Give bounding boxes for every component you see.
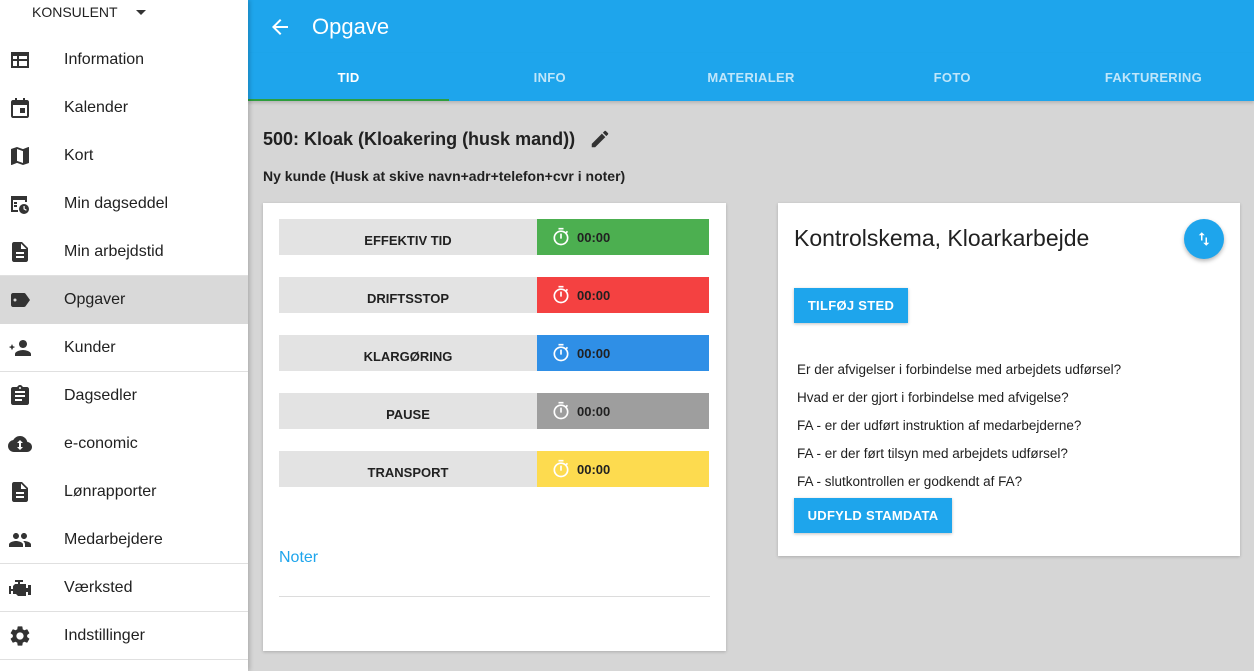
swap-vertical-icon bbox=[1198, 232, 1210, 246]
cloud-sync-icon bbox=[8, 436, 32, 452]
timer-row-driftsstop[interactable]: DRIFTSSTOP 00:00 bbox=[279, 277, 709, 313]
nav-label: Dagsedler bbox=[64, 387, 137, 404]
person-add-icon bbox=[8, 340, 32, 356]
control-form-card: Kontrolskema, Kloarkarbejde TILFØJ STED … bbox=[778, 203, 1240, 556]
stopwatch-icon bbox=[553, 401, 569, 420]
user-name: KONSULENT bbox=[32, 4, 118, 20]
app-bar: Opgave bbox=[248, 0, 1254, 53]
time-card: EFFEKTIV TID 00:00 DRIFTSSTOP 00:00 KLAR… bbox=[263, 203, 726, 651]
nav-label: Værksted bbox=[64, 578, 133, 596]
timer-row-pause[interactable]: PAUSE 00:00 bbox=[279, 393, 709, 429]
page-title: Opgave bbox=[312, 13, 390, 39]
edit-pencil-icon[interactable] bbox=[589, 128, 611, 150]
nav-item-indstillinger[interactable]: Indstillinger bbox=[0, 612, 248, 660]
timer-value[interactable]: 00:00 bbox=[537, 219, 709, 255]
nav-label: Min dagseddel bbox=[64, 195, 169, 212]
table-icon bbox=[11, 52, 29, 68]
nav-label: Medarbejdere bbox=[64, 530, 163, 548]
navigation-drawer: KONSULENT Information Kalender Kort Min … bbox=[0, 0, 248, 671]
question-item: FA - er der udført instruktion af medarb… bbox=[797, 418, 1082, 433]
nav-item-vaerksted[interactable]: Værksted bbox=[0, 564, 248, 612]
stopwatch-icon bbox=[553, 285, 569, 304]
nav-label: Min arbejdstid bbox=[64, 242, 164, 260]
nav-item-kalender[interactable]: Kalender bbox=[0, 84, 248, 132]
nav-item-opgaver[interactable]: Opgaver bbox=[0, 276, 248, 324]
tab-foto[interactable]: FOTO bbox=[852, 53, 1053, 101]
timer-row-klargoring[interactable]: KLARGØRING 00:00 bbox=[279, 335, 709, 371]
timer-time: 00:00 bbox=[577, 345, 611, 361]
nav-item-lonrapporter[interactable]: Lønrapporter bbox=[0, 468, 248, 516]
nav-item-min-arbejdstid[interactable]: Min arbejdstid bbox=[0, 228, 248, 276]
user-menu[interactable]: KONSULENT bbox=[0, 0, 248, 36]
task-title: 500: Kloak (Kloakering (husk mand)) bbox=[263, 128, 611, 150]
timer-value[interactable]: 00:00 bbox=[537, 451, 709, 487]
task-title-text: 500: Kloak (Kloakering (husk mand)) bbox=[263, 128, 576, 149]
timer-row-effektiv-tid[interactable]: EFFEKTIV TID 00:00 bbox=[279, 219, 709, 255]
timer-value[interactable]: 00:00 bbox=[537, 393, 709, 429]
schedule-icon bbox=[11, 196, 29, 214]
timer-row-transport[interactable]: TRANSPORT 00:00 bbox=[279, 451, 709, 487]
question-item: Hvad er der gjort i forbindelse med afvi… bbox=[797, 390, 1069, 405]
stopwatch-icon bbox=[553, 343, 569, 362]
notes-field-underline bbox=[279, 596, 710, 597]
add-location-button[interactable]: TILFØJ STED bbox=[794, 288, 908, 323]
people-icon bbox=[9, 533, 31, 547]
timer-label: EFFEKTIV TID bbox=[279, 219, 537, 255]
nav-label: Kort bbox=[64, 147, 94, 164]
nav-item-e-conomic[interactable]: e-conomic bbox=[0, 420, 248, 468]
timer-label: KLARGØRING bbox=[279, 335, 537, 371]
nav-item-min-dagseddel[interactable]: Min dagseddel bbox=[0, 180, 248, 228]
nav-label: Information bbox=[64, 51, 145, 68]
notes-field-label[interactable]: Noter bbox=[279, 549, 318, 567]
nav-item-medarbejdere[interactable]: Medarbejdere bbox=[0, 516, 248, 564]
timer-label: PAUSE bbox=[279, 393, 537, 429]
nav-label: Kunder bbox=[64, 338, 116, 356]
nav-item-dagsedler[interactable]: Dagsedler bbox=[0, 372, 248, 420]
nav-item-kunder[interactable]: Kunder bbox=[0, 324, 248, 372]
question-list: Er der afvigelser i forbindelse med arbe… bbox=[797, 362, 1121, 502]
nav-label: Kalender bbox=[64, 99, 129, 116]
tab-tid[interactable]: TID bbox=[248, 53, 450, 101]
nav-label: e-conomic bbox=[64, 435, 138, 452]
timer-time: 00:00 bbox=[577, 287, 611, 303]
engine-icon bbox=[9, 580, 31, 596]
tab-fakturering[interactable]: FAKTURERING bbox=[1053, 53, 1254, 101]
document-icon bbox=[12, 242, 28, 262]
control-form-title: Kontrolskema, Kloarkarbejde bbox=[794, 225, 1090, 251]
tab-info[interactable]: INFO bbox=[449, 53, 650, 101]
tab-bar: TID INFO MATERIALER FOTO FAKTURERING bbox=[248, 53, 1254, 101]
timer-value[interactable]: 00:00 bbox=[537, 277, 709, 313]
gear-icon bbox=[10, 626, 30, 646]
stopwatch-icon bbox=[553, 227, 569, 246]
question-item: Er der afvigelser i forbindelse med arbe… bbox=[797, 362, 1122, 377]
tab-materialer[interactable]: MATERIALER bbox=[650, 53, 851, 101]
fill-master-data-button[interactable]: UDFYLD STAMDATA bbox=[794, 498, 952, 533]
stopwatch-icon bbox=[553, 459, 569, 478]
task-subtitle: Ny kunde (Husk at skive navn+adr+telefon… bbox=[263, 168, 626, 184]
timer-label: TRANSPORT bbox=[279, 451, 537, 487]
question-item: FA - er der ført tilsyn med arbejdets ud… bbox=[797, 446, 1068, 461]
clipboard-icon bbox=[11, 385, 29, 405]
timer-time: 00:00 bbox=[577, 403, 611, 419]
document-icon bbox=[12, 482, 28, 502]
timer-time: 00:00 bbox=[577, 461, 611, 477]
timer-time: 00:00 bbox=[577, 229, 611, 245]
nav-item-kort[interactable]: Kort bbox=[0, 132, 248, 180]
nav-item-information[interactable]: Information bbox=[0, 36, 248, 84]
sort-button[interactable] bbox=[1184, 219, 1224, 259]
calendar-icon bbox=[11, 98, 29, 118]
timer-value[interactable]: 00:00 bbox=[537, 335, 709, 371]
nav-label: Opgaver bbox=[64, 291, 126, 308]
timer-label: DRIFTSSTOP bbox=[279, 277, 537, 313]
map-icon bbox=[11, 147, 29, 165]
tags-icon bbox=[11, 293, 30, 307]
nav-label: Lønrapporter bbox=[64, 483, 157, 500]
arrow-back-icon[interactable] bbox=[268, 15, 292, 39]
caret-down-icon bbox=[135, 10, 146, 15]
nav-label: Indstillinger bbox=[64, 626, 145, 644]
